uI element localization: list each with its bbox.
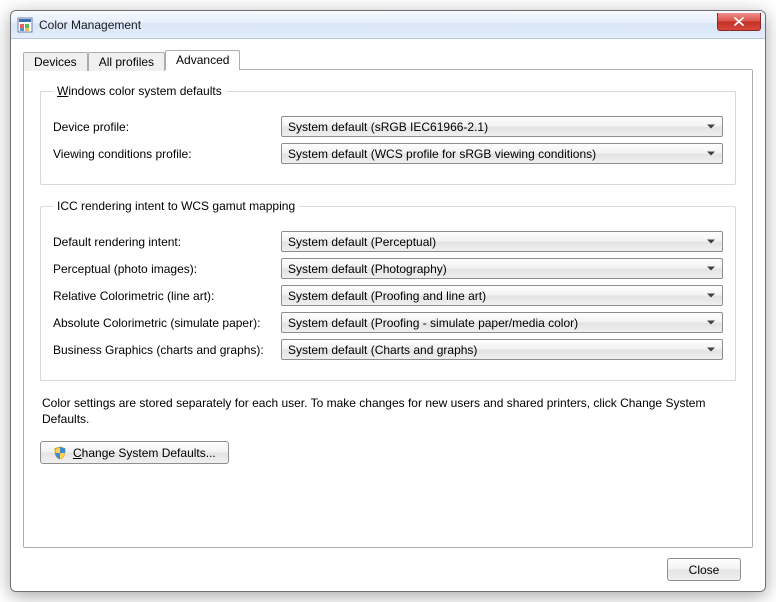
combo-value: System default (Charts and graphs) [288,343,477,357]
close-window-button[interactable] [717,13,761,31]
chevron-down-icon [704,341,718,358]
group-legend-icc: ICC rendering intent to WCS gamut mappin… [53,199,299,213]
combo-perceptual[interactable]: System default (Photography) [281,258,723,279]
combo-default-rendering-intent[interactable]: System default (Perceptual) [281,231,723,252]
combo-business-graphics[interactable]: System default (Charts and graphs) [281,339,723,360]
chevron-down-icon [704,314,718,331]
combo-value: System default (Perceptual) [288,235,436,249]
row-default-rendering-intent: Default rendering intent: System default… [53,231,723,252]
chevron-down-icon [704,145,718,162]
group-legend-wcs: Windows color system defaults [53,84,226,98]
combo-value: System default (WCS profile for sRGB vie… [288,147,596,161]
tab-devices[interactable]: Devices [23,52,88,71]
window-title: Color Management [39,18,141,32]
row-viewing-conditions: Viewing conditions profile: System defau… [53,143,723,164]
label-perceptual: Perceptual (photo images): [53,262,281,276]
combo-viewing-conditions[interactable]: System default (WCS profile for sRGB vie… [281,143,723,164]
change-system-defaults-label: Change System Defaults... [73,446,216,460]
combo-value: System default (sRGB IEC61966-2.1) [288,120,488,134]
label-default-rendering-intent: Default rendering intent: [53,235,281,249]
close-button[interactable]: Close [667,558,741,581]
row-relative-colorimetric: Relative Colorimetric (line art): System… [53,285,723,306]
settings-note: Color settings are stored separately for… [40,395,736,427]
chevron-down-icon [704,260,718,277]
close-icon [734,17,744,26]
label-absolute-colorimetric: Absolute Colorimetric (simulate paper): [53,316,281,330]
tab-bar: Devices All profiles Advanced [23,47,753,69]
row-business-graphics: Business Graphics (charts and graphs): S… [53,339,723,360]
label-relative-colorimetric: Relative Colorimetric (line art): [53,289,281,303]
chevron-down-icon [704,118,718,135]
label-device-profile: Device profile: [53,120,281,134]
window-frame: Color Management Devices All profiles Ad… [10,10,766,592]
group-windows-color-system-defaults: Windows color system defaults Device pro… [40,84,736,185]
label-business-graphics: Business Graphics (charts and graphs): [53,343,281,357]
tab-all-profiles[interactable]: All profiles [88,52,165,71]
combo-value: System default (Proofing - simulate pape… [288,316,578,330]
titlebar: Color Management [11,11,765,39]
tab-advanced[interactable]: Advanced [165,50,240,70]
label-viewing-conditions: Viewing conditions profile: [53,147,281,161]
group-icc-rendering-intent: ICC rendering intent to WCS gamut mappin… [40,199,736,381]
combo-value: System default (Photography) [288,262,447,276]
button-row: Change System Defaults... [40,441,736,464]
combo-absolute-colorimetric[interactable]: System default (Proofing - simulate pape… [281,312,723,333]
row-device-profile: Device profile: System default (sRGB IEC… [53,116,723,137]
chevron-down-icon [704,233,718,250]
tab-panel-advanced: Windows color system defaults Device pro… [23,69,753,548]
row-absolute-colorimetric: Absolute Colorimetric (simulate paper): … [53,312,723,333]
shield-icon [53,446,67,460]
row-perceptual: Perceptual (photo images): System defaul… [53,258,723,279]
combo-device-profile[interactable]: System default (sRGB IEC61966-2.1) [281,116,723,137]
combo-relative-colorimetric[interactable]: System default (Proofing and line art) [281,285,723,306]
combo-value: System default (Proofing and line art) [288,289,486,303]
change-system-defaults-button[interactable]: Change System Defaults... [40,441,229,464]
dialog-footer: Close [23,548,753,581]
client-area: Devices All profiles Advanced Windows co… [11,39,765,591]
app-icon [17,17,33,33]
chevron-down-icon [704,287,718,304]
